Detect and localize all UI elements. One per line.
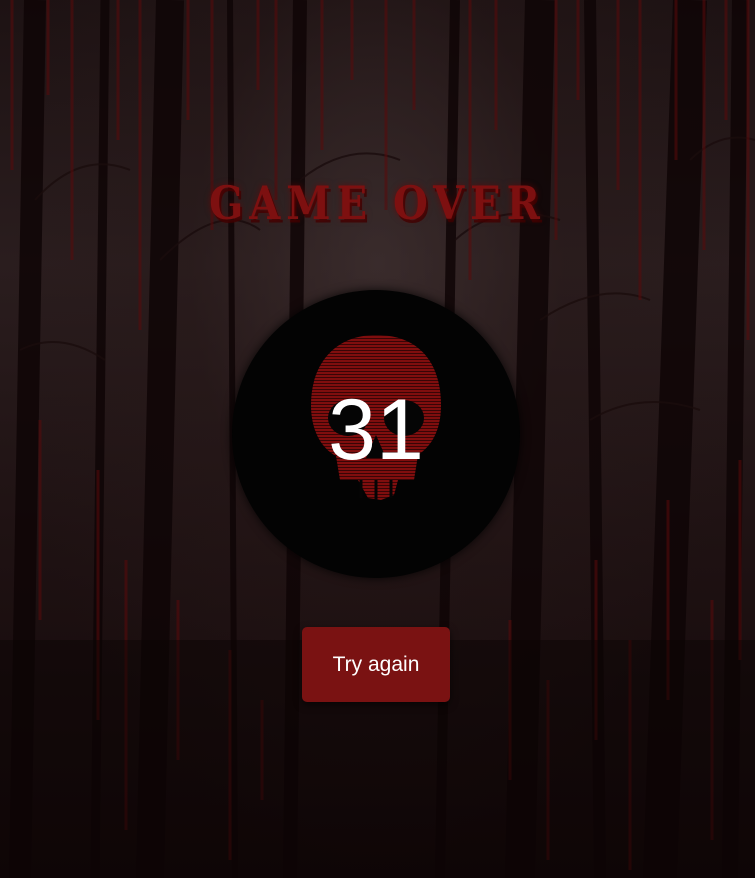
try-again-button[interactable]: Try again	[302, 627, 450, 702]
final-score: 31	[328, 382, 424, 478]
game-over-title: GAME OVER	[209, 176, 546, 231]
game-over-screen: GAME OVER 31 Try again	[0, 0, 755, 878]
